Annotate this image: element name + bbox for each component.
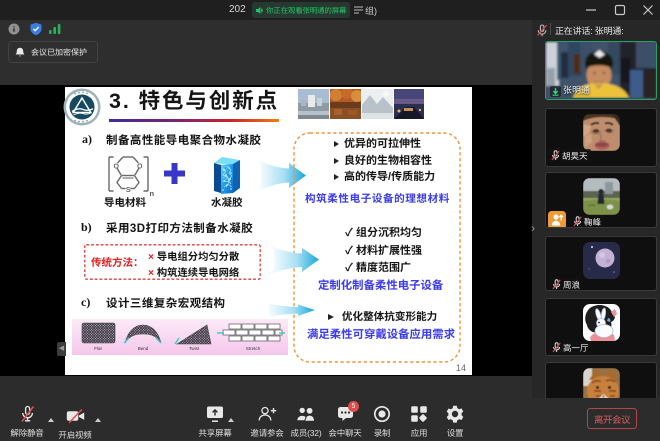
svg-text:O: O: [114, 164, 120, 171]
svg-text:Bend: Bend: [138, 346, 149, 351]
svg-text:Flat: Flat: [94, 346, 102, 351]
svg-text:S: S: [126, 185, 131, 194]
svg-text:Stretch: Stretch: [246, 346, 261, 351]
svg-text:n: n: [150, 189, 155, 197]
svg-text:O: O: [137, 164, 143, 171]
svg-text:Twist: Twist: [189, 346, 200, 351]
